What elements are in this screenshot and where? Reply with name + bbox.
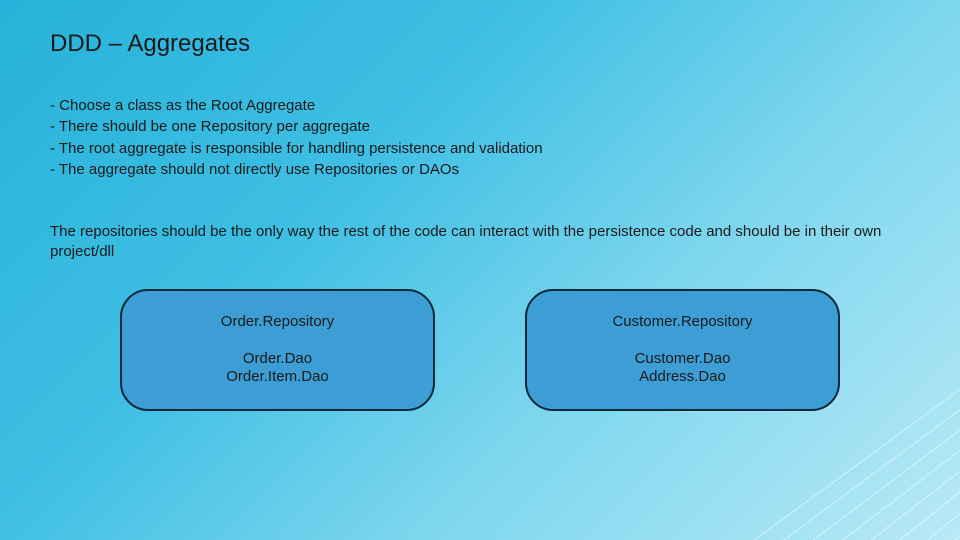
slide-title: DDD – Aggregates [50, 30, 910, 58]
dao-name: Customer.Dao [539, 350, 826, 369]
bullet-item: - The root aggregate is responsible for … [50, 139, 910, 159]
repository-boxes-row: Order.Repository Order.Dao Order.Item.Da… [50, 289, 910, 412]
dao-list: Order.Dao Order.Item.Dao [134, 350, 421, 388]
bullet-list: - Choose a class as the Root Aggregate -… [50, 96, 910, 180]
dao-name: Order.Dao [134, 350, 421, 369]
bullet-item: - There should be one Repository per agg… [50, 117, 910, 137]
body-paragraph: The repositories should be the only way … [50, 222, 910, 263]
dao-list: Customer.Dao Address.Dao [539, 350, 826, 388]
bullet-item: - Choose a class as the Root Aggregate [50, 96, 910, 116]
slide: DDD – Aggregates - Choose a class as the… [0, 0, 960, 540]
repository-box-customer: Customer.Repository Customer.Dao Address… [525, 289, 840, 412]
repository-name: Customer.Repository [539, 313, 826, 330]
repository-name: Order.Repository [134, 313, 421, 330]
dao-name: Order.Item.Dao [134, 368, 421, 387]
dao-name: Address.Dao [539, 368, 826, 387]
bullet-item: - The aggregate should not directly use … [50, 160, 910, 180]
repository-box-order: Order.Repository Order.Dao Order.Item.Da… [120, 289, 435, 412]
